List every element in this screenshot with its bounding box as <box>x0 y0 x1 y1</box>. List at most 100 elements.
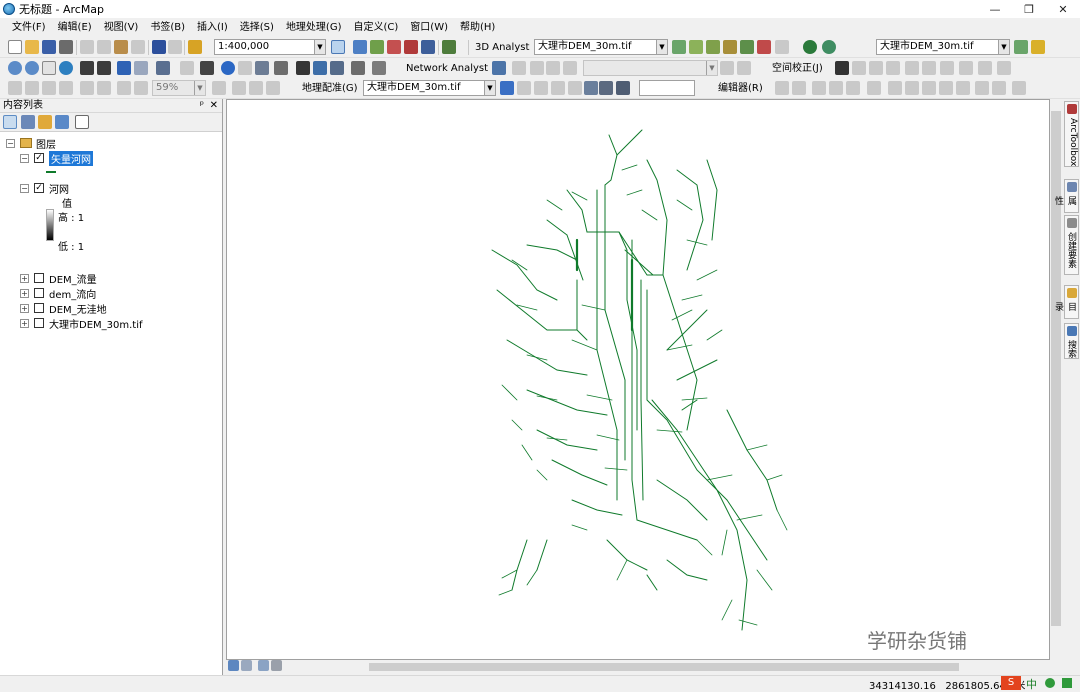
layout-view-icon[interactable] <box>241 660 252 671</box>
attribute-transfer-icon[interactable] <box>997 61 1011 75</box>
build-network-icon[interactable] <box>737 61 751 75</box>
editor-menu-label[interactable]: 编辑器(R) <box>718 81 763 96</box>
full-extent-icon[interactable] <box>59 61 73 75</box>
catalog-tab[interactable]: 目录 <box>1053 285 1079 319</box>
arctoolbox-icon[interactable] <box>404 40 418 54</box>
create-viewer-icon[interactable] <box>372 61 386 75</box>
zoom-whole-page-icon[interactable] <box>59 81 73 95</box>
layer-name[interactable]: 河网 <box>49 181 69 196</box>
layer-row-vector-river[interactable]: − ✓ 矢量河网 <box>20 150 93 166</box>
data-driven-pages-icon[interactable] <box>266 81 280 95</box>
list-by-source-icon[interactable] <box>21 115 35 129</box>
vertical-scrollbar[interactable] <box>1050 99 1062 660</box>
fixed-zoom-out-icon[interactable] <box>97 61 111 75</box>
network-analyst-label[interactable]: Network Analyst <box>406 61 488 76</box>
close-button[interactable]: ✕ <box>1046 0 1080 18</box>
directions-icon[interactable] <box>563 61 577 75</box>
hyperlink-icon[interactable] <box>238 61 252 75</box>
cut-polygons-icon[interactable] <box>922 81 936 95</box>
layer-row-dem-flow-dir[interactable]: + dem_流向 <box>20 286 96 301</box>
toc-close-icon[interactable]: ✕ <box>210 99 218 113</box>
map-display[interactable]: 学研杂货铺 <box>226 99 1050 660</box>
identify-icon[interactable] <box>221 61 235 75</box>
menu-view[interactable]: 视图(V) <box>98 18 145 37</box>
create-network-location-icon[interactable] <box>512 61 526 75</box>
focus-data-frame-icon[interactable] <box>232 81 246 95</box>
solve-icon[interactable] <box>546 61 560 75</box>
arctoolbox-tab[interactable]: ArcToolbox <box>1064 101 1079 167</box>
menu-insert[interactable]: 插入(I) <box>191 18 234 37</box>
find-route-icon[interactable] <box>313 61 327 75</box>
new-document-icon[interactable] <box>8 40 22 54</box>
contour-tool-icon[interactable] <box>1014 40 1028 54</box>
add-data-icon[interactable] <box>188 40 202 54</box>
georeferencing-label[interactable]: 地理配准(G) <box>302 81 358 96</box>
collapse-icon[interactable]: − <box>20 153 29 163</box>
menu-bookmarks[interactable]: 书签(B) <box>144 18 191 37</box>
profile-graph-icon[interactable] <box>723 40 737 54</box>
pan-icon[interactable] <box>42 61 56 75</box>
straight-segment-icon[interactable] <box>812 81 826 95</box>
expand-icon[interactable]: + <box>20 273 29 283</box>
menu-customize[interactable]: 自定义(C) <box>348 18 405 37</box>
menu-windows[interactable]: 窗口(W) <box>404 18 454 37</box>
select-elements-icon[interactable] <box>200 61 214 75</box>
go-to-xy-icon[interactable] <box>330 61 344 75</box>
find-icon[interactable] <box>296 61 310 75</box>
reshape-icon[interactable] <box>905 81 919 95</box>
line-of-sight-icon[interactable] <box>706 40 720 54</box>
arcglobe-icon[interactable] <box>757 40 771 54</box>
layer-name[interactable]: 大理市DEM_30m.tif <box>49 316 143 331</box>
3d-analyst-label[interactable]: 3D Analyst <box>475 40 529 55</box>
edit-tool-icon[interactable] <box>775 81 789 95</box>
spatial-analyst-layer-combo[interactable]: 大理市DEM_30m.tif ▼ <box>876 39 1010 55</box>
edit-vertices-icon[interactable] <box>888 81 902 95</box>
print-icon[interactable] <box>59 40 73 54</box>
create-features-icon[interactable] <box>1012 81 1026 95</box>
select-features-icon[interactable] <box>156 61 170 75</box>
new-displacement-link-icon[interactable] <box>852 61 866 75</box>
split-tool-icon[interactable] <box>939 81 953 95</box>
steepest-path-icon[interactable] <box>689 40 703 54</box>
data-view-icon[interactable] <box>228 660 239 671</box>
restore-button[interactable]: ❐ <box>1012 0 1046 18</box>
layer-row-dem-source[interactable]: + 大理市DEM_30m.tif <box>20 316 143 331</box>
arcgis-online-icon[interactable] <box>803 40 817 54</box>
sogou-ime-icon[interactable]: S <box>1001 676 1021 690</box>
endpoint-arc-icon[interactable] <box>829 81 843 95</box>
open-folder-icon[interactable] <box>25 40 39 54</box>
layer-name[interactable]: dem_流向 <box>49 286 96 301</box>
measure-icon[interactable] <box>274 61 288 75</box>
toc-options-icon[interactable] <box>75 115 89 129</box>
expand-icon[interactable]: + <box>20 303 29 313</box>
3d-analyst-layer-combo[interactable]: 大理市DEM_30m.tif ▼ <box>534 39 668 55</box>
layer-visibility-checkbox[interactable] <box>34 273 44 283</box>
new-limited-adjust-icon[interactable] <box>922 61 936 75</box>
layer-name[interactable]: DEM_无洼地 <box>49 301 107 316</box>
clear-selection-icon[interactable] <box>180 61 194 75</box>
shift-icon[interactable] <box>517 81 531 95</box>
sketch-properties-icon[interactable] <box>992 81 1006 95</box>
add-control-points-icon[interactable] <box>551 81 565 95</box>
graph-icon[interactable] <box>775 40 789 54</box>
list-by-drawing-order-icon[interactable] <box>3 115 17 129</box>
pause-drawing-icon[interactable] <box>271 660 282 671</box>
edge-match-icon[interactable] <box>978 61 992 75</box>
delete-icon[interactable] <box>131 40 145 54</box>
forward-extent-icon[interactable] <box>134 61 148 75</box>
layer-row-dem-flow-acc[interactable]: + DEM_流量 <box>20 271 97 286</box>
multiple-displacement-icon[interactable] <box>886 61 900 75</box>
layer-visibility-checkbox[interactable] <box>34 288 44 298</box>
create-features-tab[interactable]: 创建要素 <box>1064 215 1079 275</box>
toggle-draft-mode-icon[interactable] <box>212 81 226 95</box>
rotate-icon[interactable] <box>500 81 514 95</box>
network-analysis-layer-combo[interactable]: ▼ <box>583 60 718 76</box>
rotate-edit-icon[interactable] <box>956 81 970 95</box>
auto-registration-icon[interactable] <box>568 81 582 95</box>
ime-grid-icon[interactable] <box>1062 678 1072 688</box>
scale-icon[interactable] <box>534 81 548 95</box>
network-window-icon[interactable] <box>720 61 734 75</box>
table-of-contents-icon[interactable] <box>353 40 367 54</box>
viewer-icon[interactable] <box>599 81 613 95</box>
editor-toolbar-icon[interactable] <box>331 40 345 54</box>
